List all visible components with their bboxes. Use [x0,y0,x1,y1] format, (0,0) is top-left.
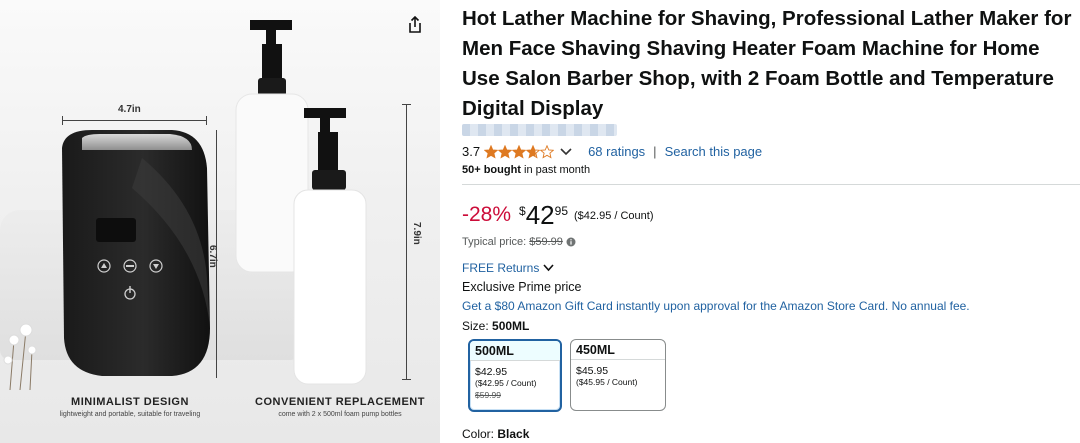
size-label: Size: 500ML [462,319,529,333]
search-this-page-link[interactable]: Search this page [665,144,763,159]
product-image-gallery[interactable]: 4.7in 6.7in 7.9in MINIMALIST DESIGN ligh… [0,0,440,443]
info-icon[interactable] [566,237,576,247]
product-title: Hot Lather Machine for Shaving, Professi… [462,7,1072,120]
bottle-height-tick-bottom [402,379,411,380]
share-icon[interactable] [402,12,428,38]
size-option-old-price: $59.99 [475,390,501,400]
size-option-unit-price: ($45.95 / Count) [576,377,638,387]
chevron-down-icon[interactable] [560,147,572,156]
separator: | [653,144,657,159]
typical-price-value: $59.99 [529,236,563,248]
lather-machine-image [62,130,210,376]
caption-title-replacement: CONVENIENT REPLACEMENT [255,396,425,408]
price-block: -28% $ 42 95 ($42.95 / Count) [462,200,654,230]
star-rating[interactable] [484,144,555,159]
divider [462,184,1080,185]
typical-price-label: Typical price: [462,236,527,248]
free-returns[interactable]: FREE Returns [462,261,554,275]
size-option-500ml[interactable]: 500ML $42.95 ($42.95 / Count) $59.99 [468,339,562,412]
color-selected: Black [497,427,530,441]
color-label: Color: Black [462,427,529,441]
width-dimension-line [62,120,207,121]
discount-percent: -28% [462,203,512,226]
machine-height-label: 6.7in [207,245,218,268]
price-currency: $ [519,204,526,218]
width-tick-left [62,116,63,125]
size-selected: 500ML [492,319,530,333]
gift-card-offer-link[interactable]: Get a $80 Amazon Gift Card instantly upo… [462,299,970,313]
star-icon [526,144,541,159]
rating-value: 3.7 [462,144,481,159]
star-icon [484,144,499,159]
color-label-text: Color: [462,427,498,441]
bottle-height-tick-top [402,104,411,105]
size-option-name: 450ML [571,340,665,360]
price-whole: 42 [525,200,555,230]
size-option-price: $42.95 [475,366,508,378]
star-icon [540,144,555,159]
star-icon [512,144,527,159]
width-tick-right [206,116,207,125]
size-option-450ml[interactable]: 450ML $45.95 ($45.95 / Count) [570,339,666,411]
foam-bottle-front-image [293,108,367,385]
size-option-price: $45.95 [576,365,609,377]
price-fraction: 95 [554,204,568,218]
bought-suffix: in past month [520,164,591,176]
size-option-unit-price: ($42.95 / Count) [475,378,537,388]
store-link-redacted[interactable] [462,124,617,136]
caption-subtitle-replacement: come with 2 x 500ml foam pump bottles [278,411,402,418]
size-option-name: 500ML [470,341,560,361]
caption-subtitle-minimalist: lightweight and portable, suitable for t… [59,411,201,418]
star-icon [498,144,513,159]
bought-count: 50+ bought [462,164,521,176]
exclusive-prime-price: Exclusive Prime price [462,280,582,294]
size-label-text: Size: [462,319,493,333]
caption-title-minimalist: MINIMALIST DESIGN [71,396,189,408]
bottle-height-label: 7.9in [411,222,422,245]
rating-row: 3.7 68 ratings | Search this page [462,144,762,159]
typical-price: Typical price: $59.99 [462,236,576,248]
width-dimension-label: 4.7in [118,104,141,115]
flower-decoration [3,323,37,390]
bought-in-past-month: 50+ bought in past month [462,164,590,176]
ratings-count-link[interactable]: 68 ratings [588,144,645,159]
bottle-height-line [406,104,407,380]
free-returns-link[interactable]: FREE Returns [462,261,539,275]
price-per-unit: ($42.95 / Count) [574,210,654,222]
chevron-down-icon[interactable] [543,264,554,272]
